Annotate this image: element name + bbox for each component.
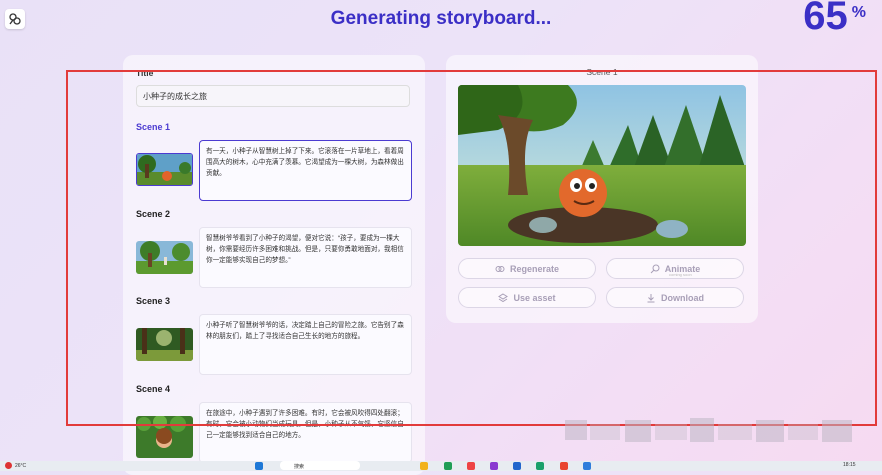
scene-preview-panel: Scene 1 Regenerate Animate coming soon U… [446, 55, 758, 323]
download-label: Download [661, 292, 704, 303]
start-icon[interactable] [255, 462, 263, 470]
title-label: Title [136, 68, 154, 78]
scene-1-text[interactable]: 有一天，小种子从智慧树上掉了下来。它滚落在一片草地上，看着周围高大的树木，心中充… [199, 140, 412, 201]
title-input[interactable]: 小种子的成长之旅 [136, 85, 410, 107]
app-icon[interactable] [536, 462, 544, 470]
progress-indicator: 65% [803, 0, 866, 39]
chrome-icon[interactable] [560, 462, 568, 470]
regenerate-button[interactable]: Regenerate [458, 258, 596, 279]
scene-3-thumbnail[interactable] [136, 328, 193, 361]
weather-text: 26°C [15, 463, 27, 469]
storyboard-editor-panel: Title 小种子的成长之旅 Scene 1 有一天，小种子从智慧树上掉了下来。… [123, 55, 425, 475]
weather-icon [5, 462, 12, 469]
app-icon[interactable] [583, 462, 591, 470]
app-icon[interactable] [467, 462, 475, 470]
app-icon[interactable] [444, 462, 452, 470]
scene-2-label: Scene 2 [136, 209, 171, 219]
progress-percent-symbol: % [851, 4, 866, 21]
scene-4-label: Scene 4 [136, 384, 171, 394]
animate-icon [650, 264, 660, 273]
scene-4-text[interactable]: 在旅途中，小种子遇到了许多困难。有时，它会被风吹得四处翻滚；有时，它会被小动物们… [199, 402, 412, 463]
magic-icon [495, 265, 505, 272]
page-title: Generating storyboard... [330, 8, 552, 29]
use-asset-button[interactable]: Use asset [458, 287, 596, 308]
app-icon[interactable] [490, 462, 498, 470]
scene-3-label: Scene 3 [136, 296, 171, 306]
folder-icon[interactable] [420, 462, 428, 470]
scene-1-thumbnail[interactable] [136, 153, 193, 186]
scene-preview-image [458, 85, 746, 246]
scene-4-thumbnail[interactable] [136, 416, 193, 458]
animate-coming-soon: coming soon [669, 272, 692, 277]
progress-value: 65 [803, 0, 848, 38]
animate-button[interactable]: Animate coming soon [606, 258, 744, 279]
scene-3-text[interactable]: 小种子听了智慧树爷爷的话，决定踏上自己的冒险之旅。它告别了森林的朋友们，踏上了寻… [199, 314, 412, 375]
layers-icon [498, 292, 509, 302]
os-taskbar: 26°C 搜索 18:15 [0, 461, 882, 471]
use-asset-label: Use asset [513, 292, 556, 303]
taskbar-search-text: 搜索 [294, 464, 305, 470]
download-icon [647, 293, 655, 302]
app-icon[interactable] [513, 462, 521, 470]
scene-1-label: Scene 1 [136, 122, 171, 132]
clock: 18:15 [843, 462, 856, 468]
download-button[interactable]: Download [606, 287, 744, 308]
regenerate-label: Regenerate [509, 263, 560, 274]
taskbar-search-box[interactable]: 搜索 [280, 461, 360, 470]
scene-2-text[interactable]: 智慧树爷爷看到了小种子的渴望，便对它说：“孩子，要成为一棵大树，你需要经历许多困… [199, 227, 412, 288]
scene-2-thumbnail[interactable] [136, 241, 193, 274]
preview-scene-label: Scene 1 [586, 67, 618, 77]
